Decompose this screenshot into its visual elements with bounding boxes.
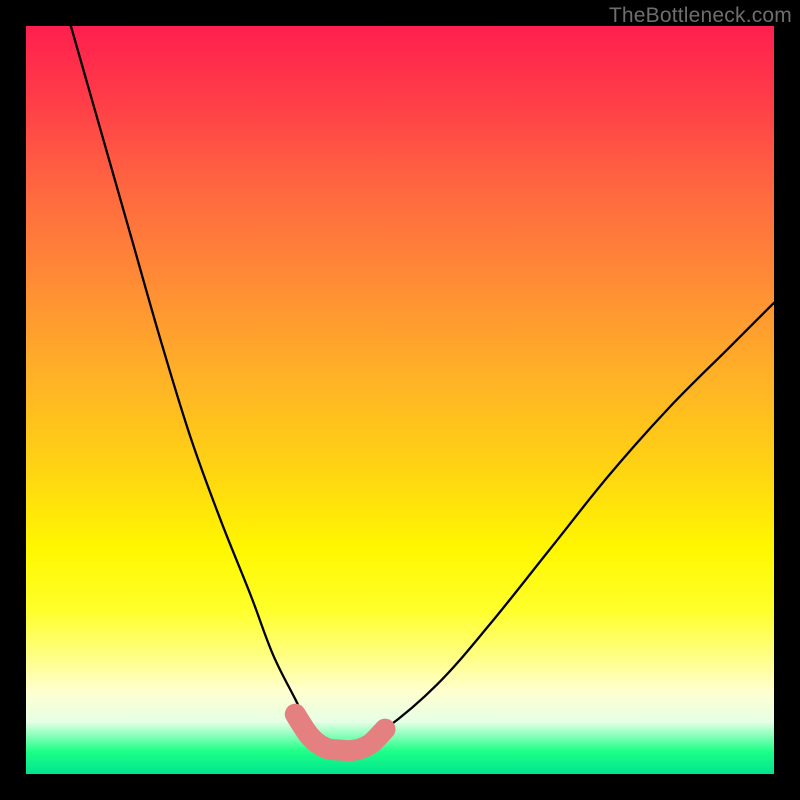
watermark-label: TheBottleneck.com	[609, 4, 792, 28]
well-matched-zone	[295, 714, 385, 750]
plot-area	[26, 26, 774, 774]
chart-frame: TheBottleneck.com	[0, 0, 800, 800]
curve-layer	[26, 26, 774, 774]
bottleneck-curve	[71, 26, 774, 746]
